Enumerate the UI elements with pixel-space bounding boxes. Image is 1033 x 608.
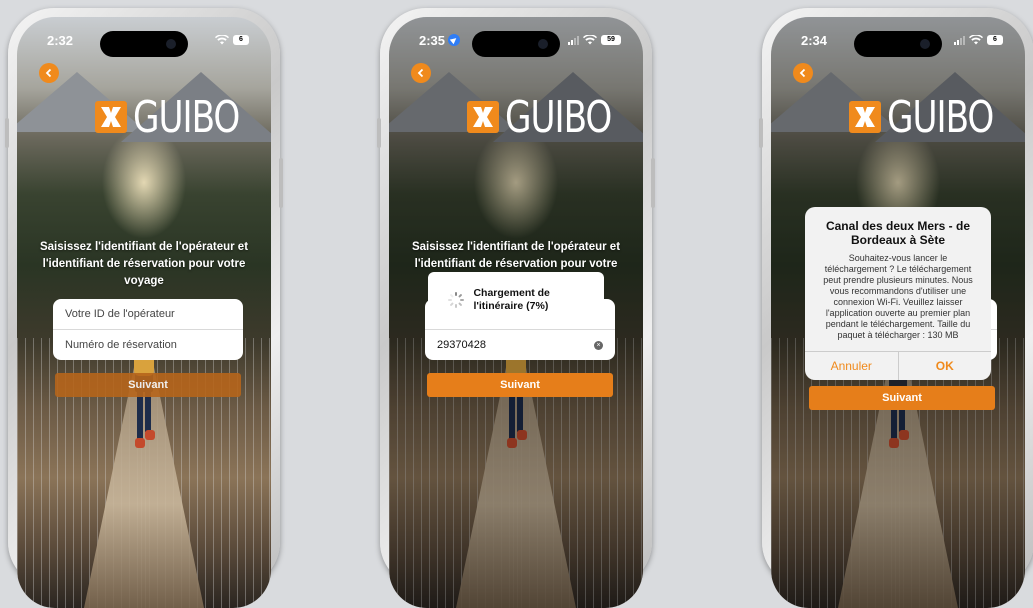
hiker [131, 352, 157, 452]
logo-wordmark: GUIBO [133, 91, 240, 143]
side-button [5, 118, 9, 148]
back-button[interactable] [39, 63, 59, 83]
side-button [279, 158, 283, 208]
guibo-logo: GUIBO [849, 92, 994, 142]
guibo-logo-mark [95, 101, 127, 133]
status-icons: 6 [954, 35, 1003, 45]
chevron-left-icon [45, 68, 52, 78]
guibo-logo: GUIBO [95, 92, 240, 142]
wifi-icon [215, 35, 229, 45]
reservation-number-input[interactable]: 29370428 × [425, 329, 615, 360]
reservation-number-input[interactable]: Numéro de réservation [53, 329, 243, 360]
alert-message: Souhaitez-vous lancer le téléchargement … [823, 253, 973, 340]
back-button[interactable] [793, 63, 813, 83]
logo-wordmark: GUIBO [505, 91, 612, 143]
side-button [759, 118, 763, 148]
reservation-number-value: 29370428 [437, 339, 486, 351]
chevron-left-icon [417, 68, 424, 78]
guibo-logo-mark [467, 101, 499, 133]
dynamic-island [854, 31, 942, 57]
phone-frame-2: 2:35 59 GUIBO Saisissez l'identifiant de… [377, 8, 655, 608]
battery-icon: 6 [987, 35, 1003, 45]
screen-login: 2:32 6 GUIBO Saisissez l'identifiant de … [17, 17, 271, 608]
back-button[interactable] [411, 63, 431, 83]
download-alert-dialog: Canal des deux Mers - de Bordeaux à Sète… [805, 207, 991, 380]
dynamic-island [472, 31, 560, 57]
instruction-text: Saisissez l'identifiant de l'opérateur e… [39, 241, 249, 287]
status-icons: 59 [568, 35, 621, 45]
side-button [651, 158, 655, 208]
loading-text: Chargement de l'itinéraire (7%) [473, 287, 550, 312]
status-time: 2:32 [47, 33, 74, 48]
phone-frame-3: 2:34 6 GUIBO . . Suivant Canal des deux … [759, 8, 1033, 608]
clear-icon[interactable]: × [594, 340, 603, 350]
signal-icon [568, 35, 579, 45]
alert-actions: Annuler OK [805, 351, 991, 380]
status-time: 2:34 [801, 33, 828, 48]
battery-icon: 59 [601, 35, 621, 45]
loading-dialog: Chargement de l'itinéraire (7%) [428, 272, 604, 328]
side-button [377, 118, 381, 148]
status-icons: 6 [215, 35, 249, 45]
cancel-button[interactable]: Annuler [805, 352, 898, 380]
next-button[interactable]: Suivant [809, 386, 995, 410]
chevron-left-icon [799, 68, 806, 78]
battery-icon: 6 [233, 35, 249, 45]
next-button[interactable]: Suivant [55, 373, 241, 397]
ok-button[interactable]: OK [897, 352, 992, 380]
guibo-logo-mark [849, 101, 881, 133]
hiker [503, 352, 529, 452]
guibo-logo: GUIBO [467, 92, 612, 142]
location-icon [448, 34, 461, 46]
wifi-icon [969, 35, 983, 45]
login-form: Votre ID de l'opérateur Numéro de réserv… [53, 299, 243, 360]
logo-wordmark: GUIBO [887, 91, 994, 143]
wifi-icon [583, 35, 597, 45]
signal-icon [954, 35, 965, 45]
status-time: 2:35 [419, 33, 461, 48]
phone-frame-1: 2:32 6 GUIBO Saisissez l'identifiant de … [5, 8, 283, 608]
next-button[interactable]: Suivant [427, 373, 613, 397]
operator-id-input[interactable]: Votre ID de l'opérateur [53, 299, 243, 329]
spinner-icon [448, 292, 464, 308]
dynamic-island [100, 31, 188, 57]
alert-title: Canal des deux Mers - de Bordeaux à Sète [825, 219, 971, 247]
